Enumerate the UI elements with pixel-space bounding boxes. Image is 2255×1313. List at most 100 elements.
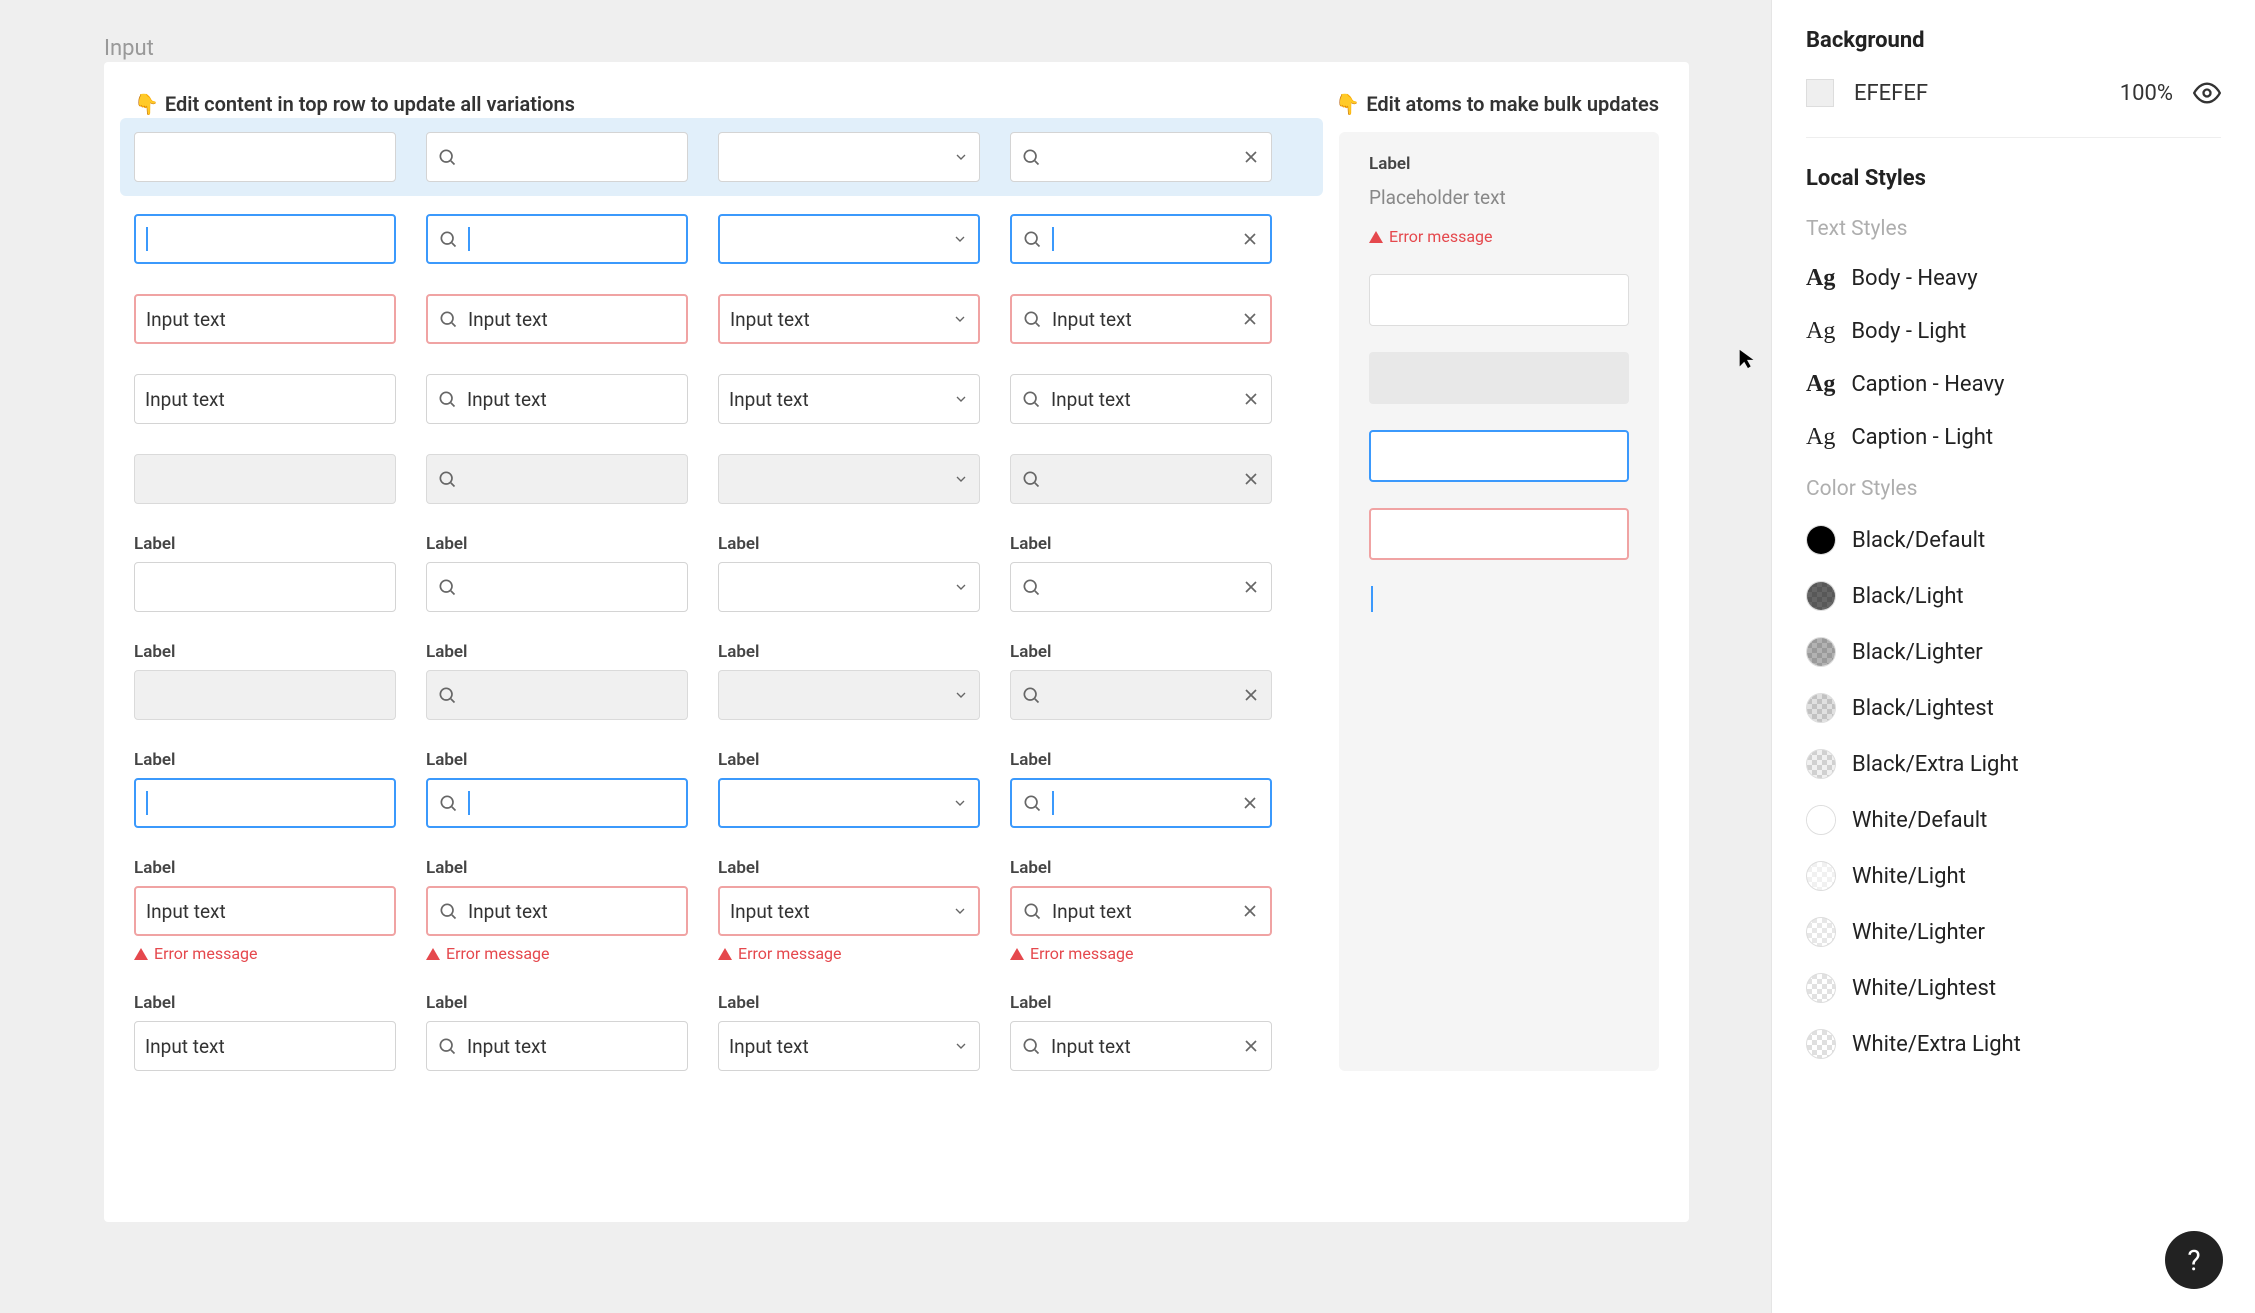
input-value: Input text	[729, 388, 809, 411]
color-style-row[interactable]: White/Light	[1806, 861, 2221, 891]
text-style-name: Body - Light	[1851, 319, 1966, 344]
field-label: Label	[426, 534, 688, 554]
labeled-search[interactable]: Label	[426, 534, 688, 612]
color-style-row[interactable]: White/Extra Light	[1806, 1029, 2221, 1059]
color-style-row[interactable]: White/Lighter	[1806, 917, 2221, 947]
input-search[interactable]	[426, 132, 688, 182]
field-label: Label	[426, 750, 688, 770]
color-style-row[interactable]: Black/Lighter	[1806, 637, 2221, 667]
input-search-filled[interactable]: Input text	[426, 374, 688, 424]
atom-bg-focused[interactable]	[1369, 430, 1629, 482]
text-style-name: Caption - Heavy	[1851, 372, 2004, 397]
labeled-search-filled[interactable]: LabelInput text	[426, 993, 688, 1071]
canvas-frame-title[interactable]: Input	[104, 36, 154, 61]
close-icon[interactable]	[1240, 229, 1260, 249]
labeled-select-error[interactable]: LabelInput textError message	[718, 858, 980, 963]
labeled-select[interactable]: Label	[718, 534, 980, 612]
input-clearable-filled[interactable]: Input text	[1010, 374, 1272, 424]
master-row[interactable]	[120, 118, 1323, 196]
input-filled[interactable]: Input text	[134, 374, 396, 424]
input-select-focused[interactable]	[718, 214, 980, 264]
input-search-focused[interactable]	[426, 214, 688, 264]
labeled-focused[interactable]: Label	[134, 750, 396, 828]
atom-bg-error[interactable]	[1369, 508, 1629, 560]
field-label: Label	[134, 534, 396, 554]
search-icon	[1022, 309, 1042, 329]
typography-preview-icon: Ag	[1806, 265, 1835, 292]
text-cursor	[146, 791, 148, 815]
background-hex[interactable]: EFEFEF	[1854, 81, 2100, 106]
color-style-row[interactable]: Black/Default	[1806, 525, 2221, 555]
close-icon[interactable]	[1240, 901, 1260, 921]
search-icon	[1021, 577, 1041, 597]
labeled-search-disabled: Label	[426, 642, 688, 720]
background-swatch[interactable]	[1806, 79, 1834, 107]
input-focused[interactable]	[134, 214, 396, 264]
color-style-row[interactable]: White/Lightest	[1806, 973, 2221, 1003]
labeled-filled[interactable]: LabelInput text	[134, 993, 396, 1071]
search-icon	[438, 901, 458, 921]
labeled-clearable-filled[interactable]: LabelInput text	[1010, 993, 1272, 1071]
canvas-frame[interactable]: 👇 Edit content in top row to update all …	[104, 62, 1689, 1222]
labeled-search-error[interactable]: LabelInput textError message	[426, 858, 688, 963]
input-select[interactable]	[718, 132, 980, 182]
help-button[interactable]: ?	[2165, 1231, 2223, 1289]
input-default[interactable]	[134, 132, 396, 182]
input-clearable-focused[interactable]	[1010, 214, 1272, 264]
text-style-row[interactable]: AgCaption - Light	[1806, 424, 2221, 451]
color-style-name: Black/Default	[1852, 528, 1985, 553]
input-value: Input text	[145, 388, 225, 411]
labeled-select-filled[interactable]: LabelInput text	[718, 993, 980, 1071]
input-select-error[interactable]: Input text	[718, 294, 980, 344]
labeled-clearable-error[interactable]: LabelInput textError message	[1010, 858, 1272, 963]
atoms-panel[interactable]: Label Placeholder text Error message	[1339, 132, 1659, 1071]
close-icon[interactable]	[1240, 793, 1260, 813]
hint-left: 👇 Edit content in top row to update all …	[134, 92, 575, 116]
color-style-name: White/Light	[1852, 864, 1966, 889]
input-clearable-error[interactable]: Input text	[1010, 294, 1272, 344]
text-style-row[interactable]: AgCaption - Heavy	[1806, 371, 2221, 398]
close-icon[interactable]	[1241, 577, 1261, 597]
close-icon[interactable]	[1241, 1036, 1261, 1056]
field-label: Label	[134, 993, 396, 1013]
labeled-clearable-focused[interactable]: Label	[1010, 750, 1272, 828]
labeled-select-focused[interactable]: Label	[718, 750, 980, 828]
atom-text-cursor[interactable]	[1371, 586, 1373, 612]
labeled-search-focused[interactable]: Label	[426, 750, 688, 828]
atom-error-text[interactable]: Error message	[1369, 227, 1629, 246]
search-icon	[438, 309, 458, 329]
color-style-row[interactable]: Black/Lightest	[1806, 693, 2221, 723]
atom-label-text[interactable]: Label	[1369, 154, 1629, 174]
close-icon[interactable]	[1240, 309, 1260, 329]
color-style-row[interactable]: Black/Extra Light	[1806, 749, 2221, 779]
color-style-name: White/Default	[1852, 808, 1987, 833]
color-style-row[interactable]: White/Default	[1806, 805, 2221, 835]
labeled-error[interactable]: LabelInput textError message	[134, 858, 396, 963]
close-icon[interactable]	[1241, 147, 1261, 167]
visibility-toggle-icon[interactable]	[2193, 79, 2221, 107]
input-value: Input text	[1052, 308, 1132, 331]
background-opacity[interactable]: 100%	[2120, 81, 2173, 106]
input-error[interactable]: Input text	[134, 294, 396, 344]
text-style-row[interactable]: AgBody - Light	[1806, 318, 2221, 345]
search-icon	[437, 469, 457, 489]
text-cursor	[1052, 227, 1054, 251]
atom-bg-default[interactable]	[1369, 274, 1629, 326]
color-style-row[interactable]: Black/Light	[1806, 581, 2221, 611]
hint-right: 👇 Edit atoms to make bulk updates	[1335, 92, 1659, 116]
labeled-default[interactable]: Label	[134, 534, 396, 612]
background-fill-row[interactable]: EFEFEF 100%	[1806, 79, 2221, 107]
error-message: Error message	[1010, 944, 1272, 963]
labeled-clearable[interactable]: Label	[1010, 534, 1272, 612]
input-search-error[interactable]: Input text	[426, 294, 688, 344]
text-style-row[interactable]: AgBody - Heavy	[1806, 265, 2221, 292]
atom-placeholder-text[interactable]: Placeholder text	[1369, 186, 1629, 209]
typography-preview-icon: Ag	[1806, 424, 1835, 451]
input-clearable[interactable]	[1010, 132, 1272, 182]
input-select-filled[interactable]: Input text	[718, 374, 980, 424]
close-icon[interactable]	[1241, 389, 1261, 409]
labeled-select-disabled: Label	[718, 642, 980, 720]
color-style-name: White/Lighter	[1852, 920, 1985, 945]
search-icon	[437, 685, 457, 705]
atom-bg-disabled[interactable]	[1369, 352, 1629, 404]
